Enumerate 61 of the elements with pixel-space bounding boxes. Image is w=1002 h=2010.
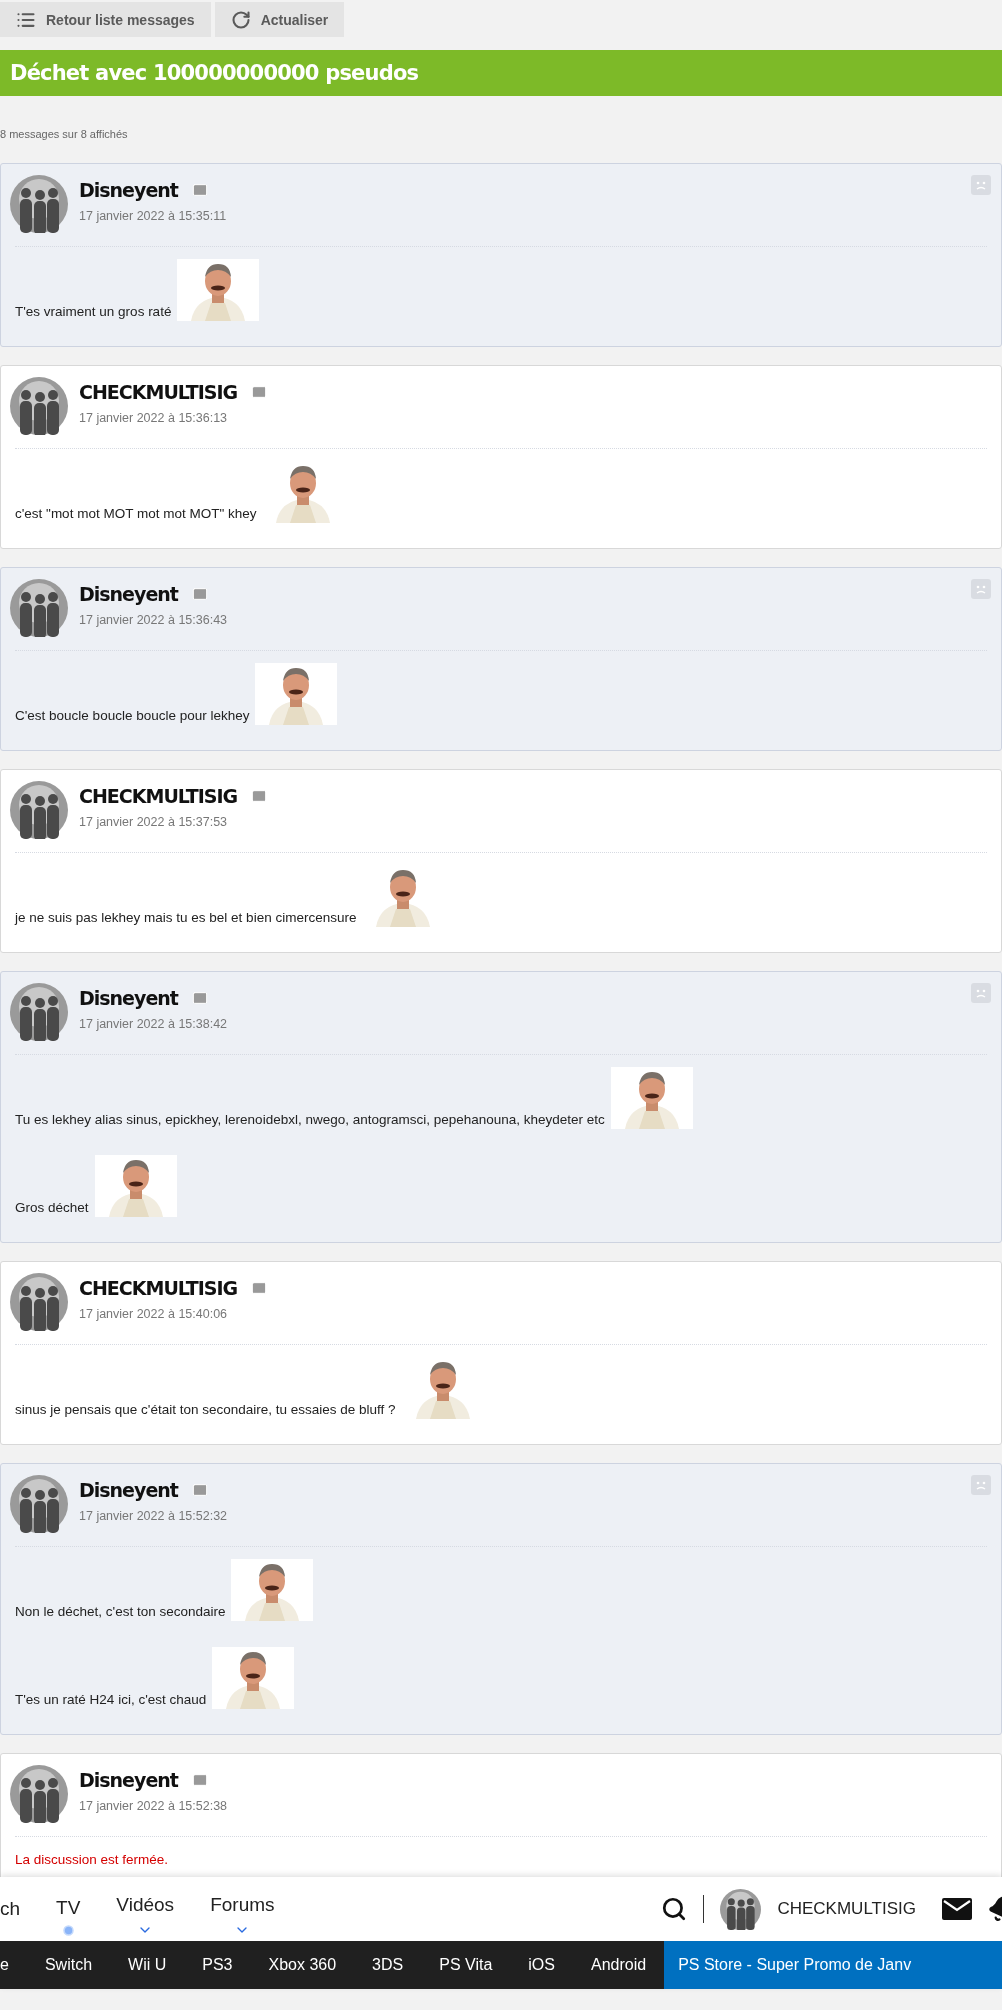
sad-face-icon[interactable] <box>971 983 991 1003</box>
nav-link[interactable]: ch <box>0 1877 39 1941</box>
sad-face-icon[interactable] <box>971 579 991 599</box>
author-name[interactable]: CHECKMULTISIG <box>79 785 238 807</box>
avatar <box>10 983 68 1041</box>
platform-link[interactable]: Wii U <box>110 1956 185 1974</box>
message-date: 17 janvier 2022 à 15:36:13 <box>79 411 229 425</box>
message-count: 8 messages sur 8 affichés <box>0 128 129 140</box>
platform-link[interactable]: iOS <box>510 1956 573 1974</box>
platform-link[interactable]: PS3 <box>184 1956 251 1974</box>
author-name[interactable]: Disneyent <box>79 1479 178 1501</box>
avatar <box>10 579 68 637</box>
refresh-icon <box>230 9 251 30</box>
topic-title: Déchet avec 100000000000 pseudos <box>10 61 419 85</box>
author-name[interactable]: Disneyent <box>79 1769 178 1791</box>
message-date: 17 janvier 2022 à 15:38:42 <box>79 1017 228 1031</box>
avatar <box>10 781 68 839</box>
platform-link[interactable]: Xbox 360 <box>250 1956 355 1974</box>
message-text: je ne suis pas lekhey mais tu es bel et bien cimercensure <box>15 910 357 927</box>
message-text: T'es vraiment un gros raté <box>15 304 172 321</box>
message-text: C'est boucle boucle boucle pour lekhey <box>15 708 250 725</box>
avatar <box>10 377 68 435</box>
message-text: T'es un raté H24 ici, c'est chaud <box>15 1692 207 1709</box>
author-name[interactable]: Disneyent <box>79 583 178 605</box>
message-text: c'est "mot mot MOT mot mot MOT" khey <box>15 506 257 523</box>
author-name[interactable]: Disneyent <box>79 987 178 1009</box>
platform-link[interactable]: Switch <box>26 1956 111 1974</box>
sad-face-icon[interactable] <box>971 1475 991 1495</box>
message-text: Gros déchet <box>15 1200 89 1217</box>
nav-link[interactable]: Forums <box>192 1877 293 1941</box>
avatar <box>10 1765 68 1823</box>
platform-link[interactable]: e <box>0 1956 27 1974</box>
avatar <box>10 1475 68 1533</box>
message-text: Tu es lekhey alias sinus, epickhey, lerenoidebxl, nwego, antogramsci, pepehanouna, kheydeter etc <box>15 1112 605 1129</box>
avatar <box>10 1273 68 1331</box>
author-name[interactable]: Disneyent <box>79 179 178 201</box>
search-icon[interactable] <box>661 1896 688 1922</box>
message-date: 17 janvier 2022 à 15:36:43 <box>79 613 228 627</box>
sad-face-icon[interactable] <box>971 175 991 195</box>
message-date: 17 janvier 2022 à 15:52:38 <box>79 1799 228 1813</box>
platform-link[interactable]: PS Vita <box>421 1956 511 1974</box>
nav-link[interactable]: Vidéos <box>98 1877 193 1941</box>
dot-icon <box>62 1924 74 1936</box>
author-name[interactable]: CHECKMULTISIG <box>79 381 238 403</box>
message-date: 17 janvier 2022 à 15:35:11 <box>79 209 227 223</box>
promo-link[interactable]: PS Store - Super Promo de Janv <box>664 1941 1002 1989</box>
platform-link[interactable]: Android <box>573 1956 665 1974</box>
platform-link[interactable]: 3DS <box>354 1956 422 1974</box>
message-date: 17 janvier 2022 à 15:37:53 <box>79 815 229 829</box>
user-name[interactable]: CHECKMULTISIG <box>777 1899 916 1919</box>
message-text: Non le déchet, c'est ton secondaire <box>15 1604 226 1621</box>
author-name[interactable]: CHECKMULTISIG <box>79 1277 238 1299</box>
message-date: 17 janvier 2022 à 15:52:32 <box>79 1509 228 1523</box>
closed-notice: La discussion est fermée. <box>15 1852 169 1869</box>
avatar <box>10 175 68 233</box>
message-date: 17 janvier 2022 à 15:40:06 <box>79 1307 229 1321</box>
refresh-button[interactable]: Actualiser <box>214 2 345 37</box>
avatar <box>720 1888 762 1930</box>
nav-link[interactable]: TV <box>38 1877 99 1941</box>
message-text: sinus je pensais que c'était ton secondaire, tu essaies de bluff ? <box>15 1402 396 1419</box>
back-button[interactable]: Retour liste messages <box>0 2 211 37</box>
